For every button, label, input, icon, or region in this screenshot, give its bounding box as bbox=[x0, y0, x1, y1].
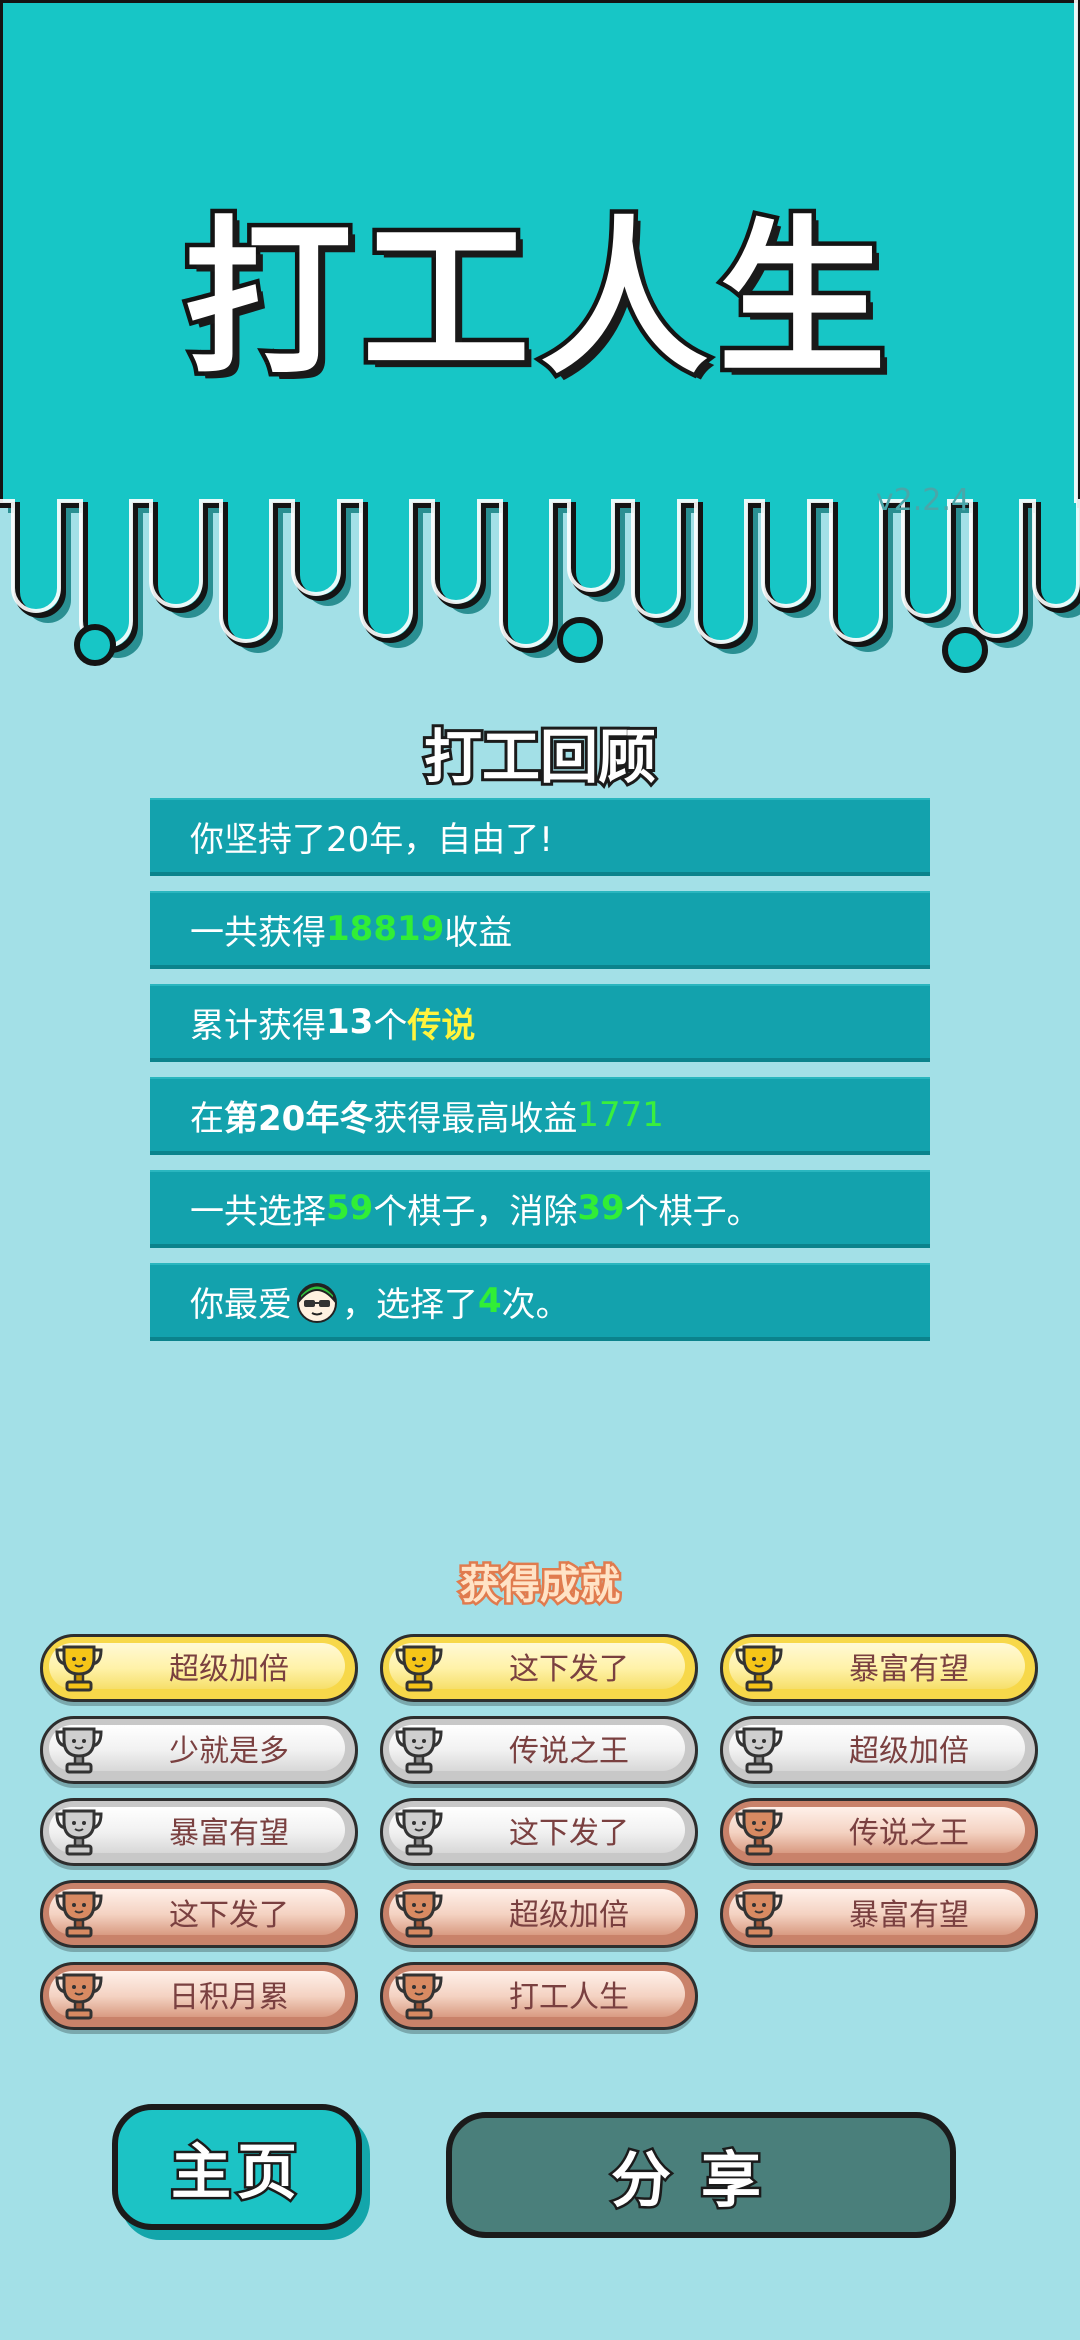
stat-text: 4 bbox=[478, 1281, 502, 1321]
achievement-label: 日积月累 bbox=[169, 1980, 289, 2015]
review-stat-row: 一共获得 18819 收益 bbox=[150, 891, 930, 969]
trophy-icon bbox=[55, 1808, 103, 1858]
trophy-icon bbox=[55, 1644, 103, 1694]
achievement-badge[interactable]: 打工人生 bbox=[380, 1962, 698, 2030]
achievement-label: 暴富有望 bbox=[169, 1816, 289, 1851]
review-stat-row: 累计获得 13 个传说 bbox=[150, 984, 930, 1062]
stat-text: 次。 bbox=[501, 1284, 570, 1325]
achievement-badge[interactable]: 日积月累 bbox=[40, 1962, 358, 2030]
stat-text: 第20年冬 bbox=[224, 1098, 374, 1139]
achievement-badge[interactable]: 暴富有望 bbox=[720, 1880, 1038, 1948]
achievement-label: 少就是多 bbox=[169, 1734, 289, 1769]
achievement-label: 这下发了 bbox=[509, 1652, 629, 1687]
droplet bbox=[942, 627, 988, 673]
stat-text: 获得最高收益 bbox=[373, 1098, 578, 1139]
trophy-icon bbox=[735, 1808, 783, 1858]
home-button-label: 主页 bbox=[169, 2135, 303, 2210]
achievement-label: 这下发了 bbox=[509, 1816, 629, 1851]
achievement-badge[interactable]: 超级加倍 bbox=[720, 1716, 1038, 1784]
achievement-label: 暴富有望 bbox=[849, 1652, 969, 1687]
trophy-icon bbox=[55, 1972, 103, 2022]
stat-text: ，选择了 bbox=[342, 1284, 478, 1325]
stat-text: 个 bbox=[373, 1005, 408, 1046]
stat-text: 18819 bbox=[326, 909, 445, 949]
trophy-icon bbox=[395, 1890, 443, 1940]
achievement-badge[interactable]: 暴富有望 bbox=[720, 1634, 1038, 1702]
stat-text: 39 bbox=[577, 1188, 625, 1228]
share-button-label: 分享 bbox=[609, 2143, 791, 2218]
trophy-icon bbox=[55, 1726, 103, 1776]
stat-text: 一共获得 bbox=[190, 912, 326, 953]
stat-text: 你最爱 bbox=[190, 1284, 292, 1325]
version-label: v2.2.4 bbox=[875, 483, 970, 518]
review-stat-row: 你坚持了20年，自由了! bbox=[150, 798, 930, 876]
achievement-label: 传说之王 bbox=[509, 1734, 629, 1769]
achievement-badge[interactable]: 这下发了 bbox=[380, 1798, 698, 1866]
trophy-icon bbox=[735, 1644, 783, 1694]
stat-text: 13 bbox=[326, 1002, 374, 1042]
achievement-label: 打工人生 bbox=[509, 1980, 629, 2015]
achievement-label: 超级加倍 bbox=[509, 1898, 629, 1933]
favorite-piece-avatar-icon bbox=[294, 1278, 340, 1324]
stat-text: 你坚持了20年，自由了! bbox=[190, 819, 553, 860]
achievement-badge[interactable]: 超级加倍 bbox=[380, 1880, 698, 1948]
achievements-title: 获得成就 bbox=[458, 1560, 623, 1611]
review-title: 打工回顾 bbox=[421, 720, 659, 794]
stat-text: 1771 bbox=[577, 1095, 664, 1135]
stat-text: 收益 bbox=[444, 912, 513, 953]
trophy-icon bbox=[395, 1644, 443, 1694]
achievement-label: 传说之王 bbox=[849, 1816, 969, 1851]
achievement-badge[interactable]: 暴富有望 bbox=[40, 1798, 358, 1866]
stat-text: 累计获得 bbox=[190, 1005, 326, 1046]
trophy-icon bbox=[735, 1890, 783, 1940]
stat-text: 59 bbox=[326, 1188, 374, 1228]
stat-text: 个棋子。 bbox=[624, 1191, 761, 1232]
stat-text: 一共选择 bbox=[190, 1191, 326, 1232]
achievement-badge[interactable]: 超级加倍 bbox=[40, 1634, 358, 1702]
achievement-label: 这下发了 bbox=[169, 1898, 289, 1933]
home-button[interactable]: 主页 bbox=[112, 2104, 362, 2230]
stat-text: 在 bbox=[190, 1098, 224, 1139]
droplet bbox=[74, 624, 116, 666]
trophy-icon bbox=[395, 1726, 443, 1776]
trophy-icon bbox=[395, 1972, 443, 2022]
achievement-label: 暴富有望 bbox=[849, 1898, 969, 1933]
achievement-label: 超级加倍 bbox=[849, 1734, 969, 1769]
app-title: 打工人生 bbox=[180, 201, 896, 397]
achievement-badge[interactable]: 这下发了 bbox=[40, 1880, 358, 1948]
share-button[interactable]: 分享 bbox=[446, 2112, 956, 2238]
achievement-badge[interactable]: 少就是多 bbox=[40, 1716, 358, 1784]
achievement-label: 超级加倍 bbox=[169, 1652, 289, 1687]
trophy-icon bbox=[735, 1726, 783, 1776]
trophy-icon bbox=[395, 1808, 443, 1858]
droplet bbox=[557, 617, 603, 663]
review-stat-row: 在 第20年冬 获得最高收益 1771 bbox=[150, 1077, 930, 1155]
review-stat-row: 你最爱 ，选择了 4 次。 bbox=[150, 1263, 930, 1341]
trophy-icon bbox=[55, 1890, 103, 1940]
stat-text: 个棋子，消除 bbox=[373, 1191, 578, 1232]
review-stats-list: 你坚持了20年，自由了! 一共获得 18819 收益 累计获得 13 个传说在 第20年冬 … bbox=[150, 798, 930, 1356]
stat-text: 传说 bbox=[407, 1005, 476, 1046]
achievement-badge[interactable]: 传说之王 bbox=[380, 1716, 698, 1784]
review-stat-row: 一共选择 59 个棋子，消除 39 个棋子。 bbox=[150, 1170, 930, 1248]
achievement-badge[interactable]: 这下发了 bbox=[380, 1634, 698, 1702]
achievement-badge[interactable]: 传说之王 bbox=[720, 1798, 1038, 1866]
